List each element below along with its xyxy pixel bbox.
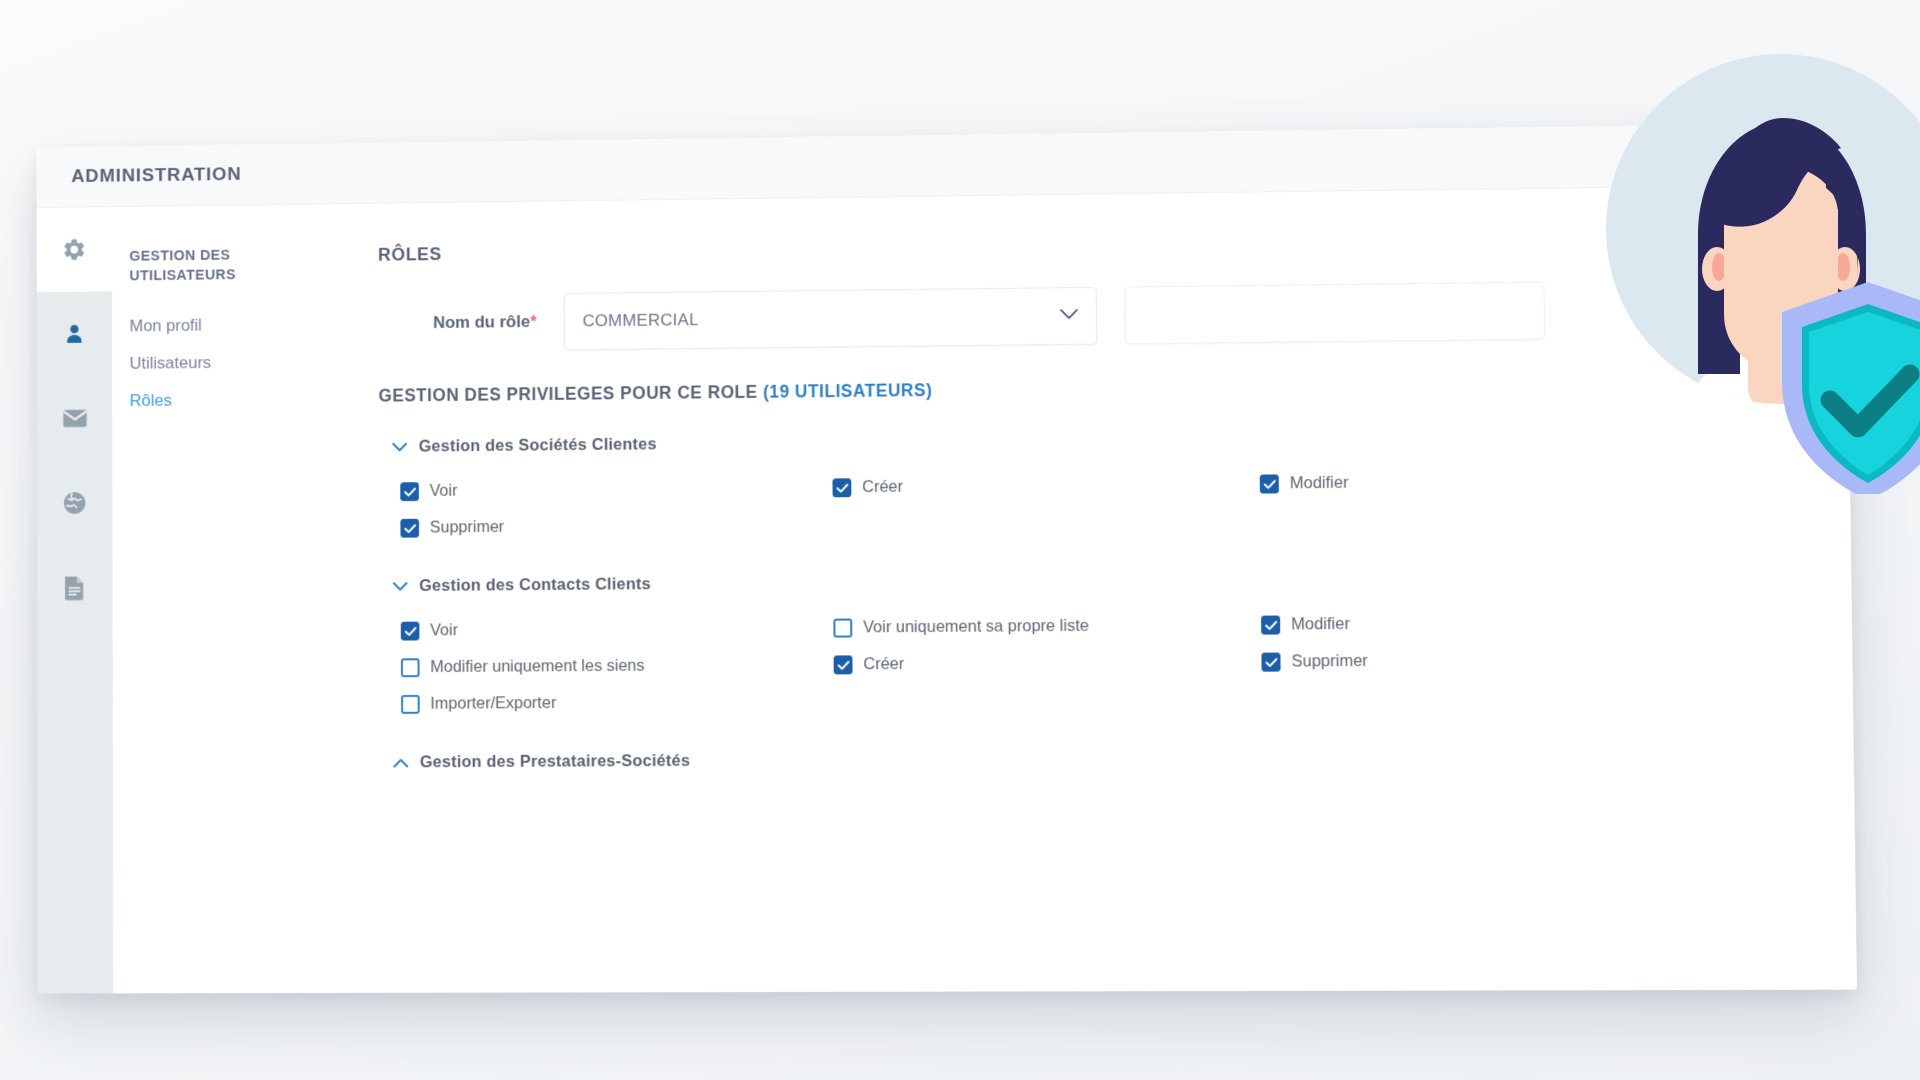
permission-label: Voir	[429, 481, 458, 500]
content-area: RÔLES Nom du rôle* COMMERCIAL GESTION DE…	[333, 184, 1857, 993]
section-title: RÔLES	[377, 244, 442, 265]
secondary-input-field[interactable]	[1124, 281, 1546, 345]
rail-item-messages[interactable]	[37, 376, 113, 461]
role-name-label: Nom du rôle*	[433, 312, 537, 333]
sidebar-menu: GESTION DES UTILISATEURS Mon profil Util…	[111, 204, 336, 994]
chevron-down-icon	[393, 578, 408, 596]
checkbox-checked[interactable]	[833, 655, 853, 675]
checkbox-unchecked[interactable]	[833, 618, 853, 638]
privilege-checkbox-grid: Voir Voir uniquement sa propre liste Mod…	[379, 595, 1853, 736]
permission-item[interactable]: Supprimer	[400, 515, 832, 538]
permission-item[interactable]: Voir	[400, 478, 832, 502]
checkbox-checked[interactable]	[1261, 615, 1281, 635]
checkbox-checked[interactable]	[400, 518, 420, 538]
permission-item[interactable]: Supprimer	[1261, 649, 1852, 672]
perspective-wrapper: ADMINISTRATION GESTION DES UTILISATEURS …	[0, 0, 1920, 1080]
permission-item[interactable]: Modifier	[1261, 611, 1852, 635]
permission-item[interactable]: Importer/Exporter	[401, 692, 834, 714]
role-name-field-row: Nom du rôle* COMMERCIAL	[378, 278, 1848, 352]
permission-label: Modifier uniquement les siens	[430, 656, 645, 677]
privilege-group: Gestion des Prestataires-Sociétés	[380, 736, 1854, 783]
permission-label: Modifier	[1289, 473, 1349, 493]
page-title: ADMINISTRATION	[71, 163, 242, 187]
permission-label: Supprimer	[1291, 651, 1368, 671]
checkbox-unchecked[interactable]	[400, 658, 420, 678]
envelope-icon	[61, 408, 87, 430]
checkbox-checked[interactable]	[400, 621, 420, 641]
rail-item-globe[interactable]	[37, 460, 113, 545]
permission-label: Créer	[863, 655, 905, 674]
privilege-checkbox-grid: Voir Créer Modifier Supprimer	[379, 453, 1851, 559]
sidebar-item-utilisateurs[interactable]: Utilisateurs	[130, 343, 334, 383]
chevron-down-icon	[1060, 307, 1078, 325]
permission-item[interactable]: Modifier	[1259, 469, 1850, 494]
gear-icon	[62, 237, 87, 263]
privilege-group: Gestion des Sociétés Clientes Voir Créer…	[379, 414, 1851, 560]
permission-item[interactable]: Voir uniquement sa propre liste	[833, 616, 1261, 638]
icon-rail	[36, 207, 114, 994]
window-body: GESTION DES UTILISATEURS Mon profil Util…	[36, 184, 1857, 994]
permission-label: Supprimer	[429, 518, 505, 537]
role-name-selected-value: COMMERCIAL	[582, 310, 699, 331]
privileges-user-count: (19 UTILISATEURS)	[763, 380, 933, 402]
sidebar-item-mon-profil[interactable]: Mon profil	[130, 306, 334, 346]
privilege-group-header[interactable]: Gestion des Prestataires-Sociétés	[380, 736, 1854, 783]
checkbox-checked[interactable]	[1259, 474, 1279, 494]
sidebar-title: GESTION DES UTILISATEURS	[129, 247, 236, 284]
permission-item[interactable]: Créer	[833, 653, 1262, 675]
privilege-group: Gestion des Contacts Clients Voir Voir u…	[379, 556, 1853, 736]
screen: ADMINISTRATION GESTION DES UTILISATEURS …	[0, 0, 1920, 1080]
rail-item-documents[interactable]	[37, 545, 113, 630]
document-icon	[64, 575, 85, 601]
checkbox-checked[interactable]	[832, 478, 852, 498]
permission-item[interactable]: Modifier uniquement les siens	[400, 656, 834, 678]
checkbox-checked[interactable]	[1261, 652, 1281, 672]
role-name-select[interactable]: COMMERCIAL	[563, 286, 1098, 351]
user-icon	[63, 321, 86, 347]
rail-item-settings[interactable]	[36, 207, 113, 293]
sidebar-item-roles[interactable]: Rôles	[130, 381, 334, 420]
privilege-group-name: Gestion des Prestataires-Sociétés	[419, 751, 691, 772]
permission-label: Créer	[862, 477, 904, 497]
checkbox-unchecked[interactable]	[401, 694, 420, 714]
permission-label: Modifier	[1291, 614, 1351, 634]
privileges-heading: GESTION DES PRIVILEGES POUR CE ROLE (19 …	[378, 371, 1848, 407]
checkbox-checked[interactable]	[400, 482, 419, 502]
permission-item[interactable]: Voir	[400, 619, 834, 641]
privilege-group-name: Gestion des Contacts Clients	[419, 575, 651, 595]
chevron-up-icon	[393, 754, 408, 772]
globe-icon	[62, 490, 87, 516]
privilege-group-name: Gestion des Sociétés Clientes	[418, 435, 657, 456]
permission-label: Importer/Exporter	[430, 694, 557, 713]
privileges-heading-text: GESTION DES PRIVILEGES POUR CE ROLE	[378, 381, 764, 406]
admin-window: ADMINISTRATION GESTION DES UTILISATEURS …	[36, 122, 1857, 994]
chevron-down-icon	[392, 438, 407, 456]
permission-label: Voir uniquement sa propre liste	[863, 616, 1090, 637]
permission-label: Voir	[430, 621, 459, 640]
permission-item[interactable]: Créer	[832, 475, 1259, 498]
required-asterisk: *	[530, 312, 537, 331]
rail-item-users[interactable]	[37, 291, 113, 376]
